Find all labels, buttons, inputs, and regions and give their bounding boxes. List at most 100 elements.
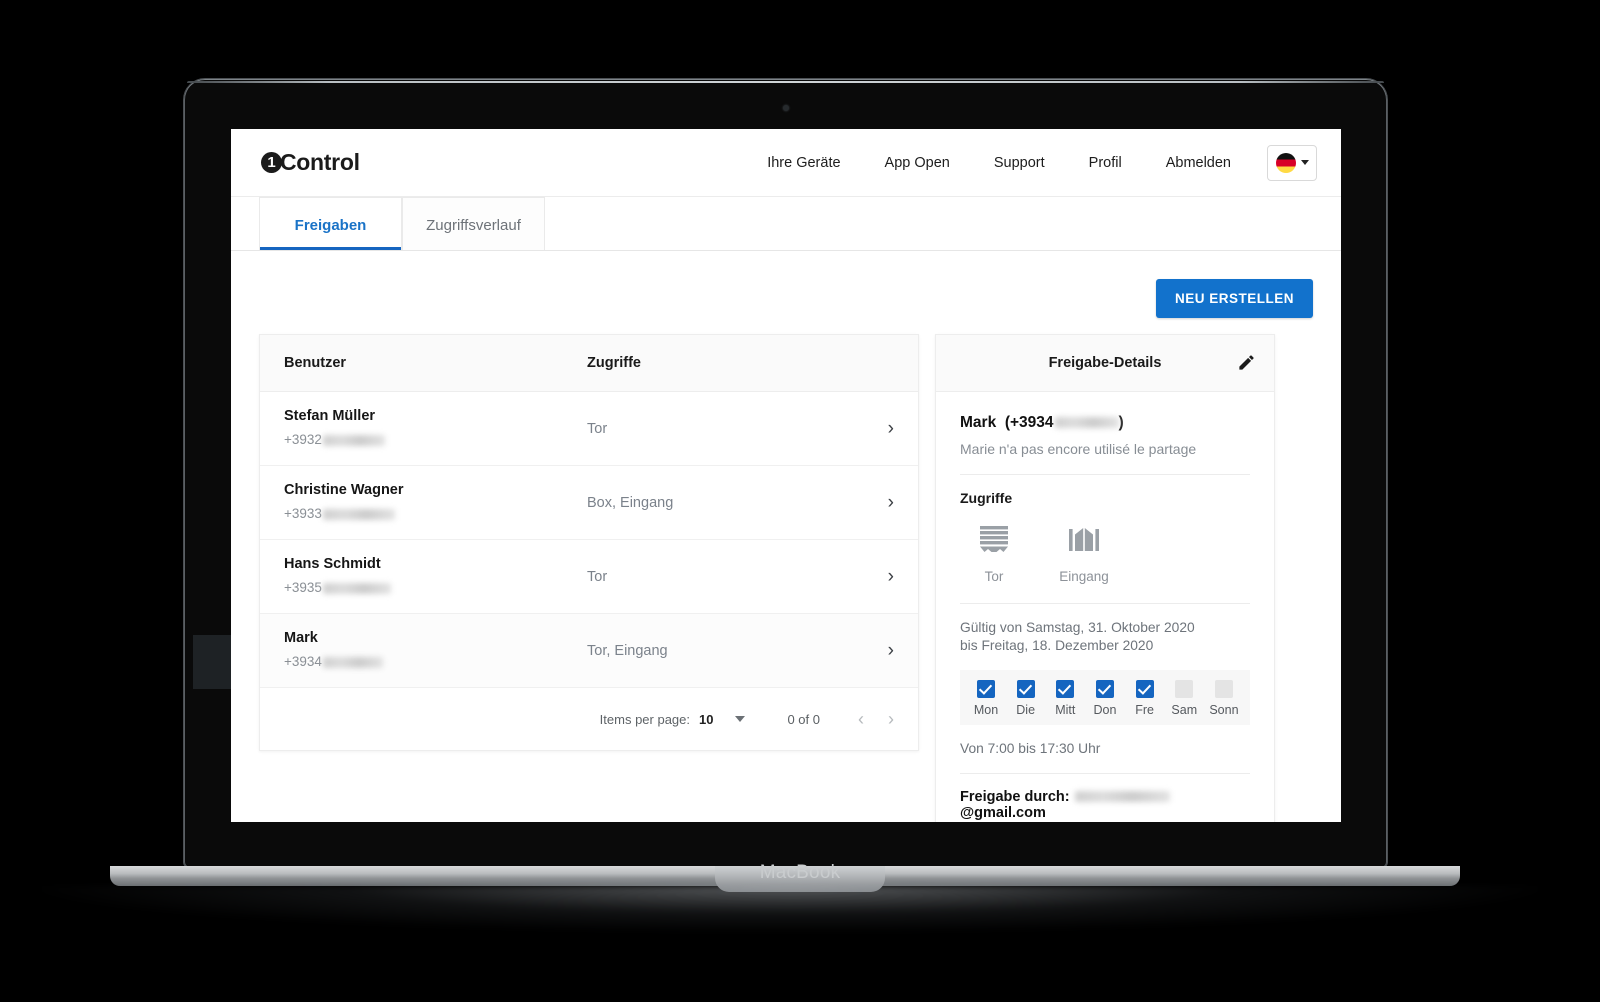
row-user-name: Hans Schmidt [284,556,381,572]
weekday-checkbox[interactable] [1095,679,1114,698]
row-chevron-right-icon[interactable]: › [872,493,894,512]
redacted-phone [322,434,385,446]
valid-to-text: bis Freitag, 18. Dezember 2020 [960,638,1154,654]
weekday-checkbox[interactable] [1135,679,1154,698]
row-chevron-right-icon[interactable]: › [872,641,894,660]
row-access-cell: Tor [587,420,608,437]
tab-freigaben[interactable]: Freigaben [259,197,402,250]
de-flag-icon [1275,152,1296,173]
webcam-icon [782,105,789,111]
redacted-phone [322,656,383,668]
column-header-benutzer: Benutzer [284,355,347,371]
top-navigation-bar: 1 Control Ihre Geräte App Open Support P… [231,129,1341,197]
nav-item-support[interactable]: Support [972,145,1067,181]
redacted-email [1074,791,1170,803]
weekday-checkbox[interactable] [1175,679,1194,698]
details-name-text: Mark [960,414,997,431]
weekday-label: Sam [1171,702,1198,717]
created-by-label: Freigabe durch: [960,788,1070,805]
details-access-label: Zugriffe [960,490,1013,506]
access-item-eingang-label: Eingang [1059,569,1109,584]
row-phone-visible: +3933 [284,506,322,521]
row-user-cell: Hans Schmidt +3935 [284,556,587,597]
tab-zugriffsverlauf[interactable]: Zugriffsverlauf [402,197,545,250]
weekday-die[interactable]: Die [1008,679,1044,717]
row-chevron-right-icon[interactable]: › [872,567,894,586]
weekday-checkbox[interactable] [1056,679,1075,698]
row-access-cell: Tor [587,568,608,585]
details-status-text: Marie n'a pas encore utilisé le partage [960,441,1197,457]
content-panes: Benutzer Zugriffe Stefan Müller +3932 Tor ›… [259,334,1313,822]
details-validity: Gültig von Samstag, 31. Oktober 2020 bis… [960,619,1250,656]
table-row[interactable]: Hans Schmidt +3935 Tor › [260,540,918,614]
laptop-lid: 1 Control Ihre Geräte App Open Support P… [183,78,1388,868]
redacted-phone [322,508,395,520]
row-chevron-right-icon[interactable]: › [872,419,894,438]
logo-circle-one: 1 [261,152,282,173]
details-body: Mark (+3934) Marie n'a pas encore utilis… [936,392,1274,822]
nav-item-abmelden[interactable]: Abmelden [1144,145,1253,181]
row-user-phone: +3932 [284,432,385,447]
app-window: 1 Control Ihre Geräte App Open Support P… [231,129,1341,822]
nav-item-app-open[interactable]: App Open [863,145,972,181]
weekday-mon[interactable]: Mon [968,679,1004,717]
create-new-button[interactable]: NEU ERSTELLEN [1155,279,1313,318]
redacted-phone [1054,417,1119,429]
paginator: Items per page: 10 0 of 0 ‹ › [260,688,918,750]
row-phone-visible: +3932 [284,432,322,447]
weekday-checkbox[interactable] [977,679,995,698]
row-user-phone: +3935 [284,580,391,595]
page-range-label: 0 of 0 [787,711,820,727]
row-user-name: Mark [284,630,318,646]
items-per-page-value[interactable]: 10 [699,712,713,727]
language-selector[interactable] [1267,144,1317,181]
nav-item-ihre-geraete[interactable]: Ihre Geräte [745,145,862,181]
details-phone-suffix: ) [1118,414,1124,431]
laptop-shadow [40,886,1540,932]
weekday-checkbox[interactable] [1214,679,1233,698]
prev-page-chevron-left-icon[interactable]: ‹ [858,710,864,728]
page-content: NEU ERSTELLEN Benutzer Zugriffe Stefan M… [231,251,1341,822]
divider [960,474,1250,475]
weekday-label: Don [1093,702,1117,717]
table-row[interactable]: Christine Wagner +3933 Box, Eingang › [260,466,918,540]
weekday-label: Fre [1135,702,1154,717]
nav-item-profil[interactable]: Profil [1067,145,1144,181]
app-logo[interactable]: 1 Control [261,149,360,176]
column-header-zugriffe: Zugriffe [587,355,641,371]
list-rows: Stefan Müller +3932 Tor › Christine Wagner +3… [260,392,918,688]
details-share-name: Mark (+3934) [960,414,1250,432]
shares-list-card: Benutzer Zugriffe Stefan Müller +3932 Tor ›… [259,334,919,751]
row-user-cell: Mark +3934 [284,630,587,671]
row-user-name: Stefan Müller [284,408,376,424]
weekday-don[interactable]: Don [1087,679,1123,717]
row-user-phone: +3933 [284,506,395,521]
table-row[interactable]: Mark +3934 Tor, Eingang › [260,614,918,688]
details-header: Freigabe-Details [936,335,1274,392]
garage-door-icon [980,526,1008,552]
laptop-screen: 1 Control Ihre Geräte App Open Support P… [231,129,1341,822]
row-phone-visible: +3935 [284,580,322,595]
share-details-card: Freigabe-Details Mark (+3934) Marie n'a… [935,334,1275,822]
items-per-page-chevron-down-icon[interactable] [735,716,746,722]
weekday-label: Mitt [1055,702,1076,717]
weekday-label: Mon [973,702,999,717]
details-access-icons: Tor Eingang [960,518,1250,586]
table-row[interactable]: Stefan Müller +3932 Tor › [260,392,918,466]
weekday-sonn[interactable]: Sonn [1206,679,1242,717]
weekday-fre[interactable]: Fre [1127,679,1163,717]
weekday-checkbox[interactable] [1016,679,1035,698]
nav-links: Ihre Geräte App Open Support Profil Abme… [745,144,1317,181]
weekday-mitt[interactable]: Mitt [1047,679,1083,717]
pencil-icon[interactable] [1237,353,1256,377]
weekday-label: Die [1016,702,1036,717]
row-user-cell: Stefan Müller +3932 [284,408,587,449]
access-item-tor[interactable]: Tor [966,522,1022,584]
logo-wordmark: Control [280,149,360,175]
access-item-eingang[interactable]: Eingang [1056,522,1112,584]
weekday-sam[interactable]: Sam [1166,679,1202,717]
divider-3 [960,772,1250,774]
next-page-chevron-right-icon[interactable]: › [888,710,894,728]
weekday-selector: Mon Die Mitt Don Fre Sam Sonn [960,669,1250,725]
valid-from-text: Gültig von Samstag, 31. Oktober 2020 [960,620,1195,635]
